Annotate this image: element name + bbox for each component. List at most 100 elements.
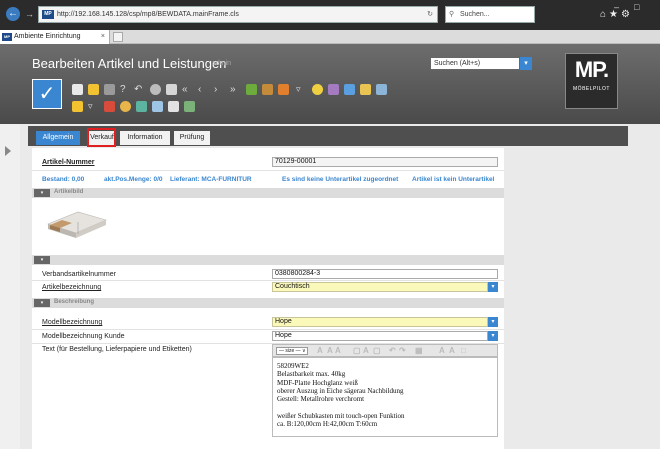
save-check-button[interactable]: ✓ xyxy=(32,79,62,109)
text-line: MDF-Platte Hochglanz weiß xyxy=(277,378,358,387)
divider xyxy=(32,170,504,171)
folder-icon[interactable] xyxy=(72,101,83,112)
font-grow-icon[interactable]: A xyxy=(327,346,333,355)
back-icon[interactable]: ← xyxy=(6,7,20,21)
text-line: ca. B:120,00cm H:42,00cm T:60cm xyxy=(277,420,378,429)
modellbezeichnung-button[interactable]: ▾ xyxy=(488,317,498,327)
table-icon[interactable]: ▦ xyxy=(415,346,423,355)
collapse-icon[interactable]: ▾ xyxy=(34,256,50,264)
section-header-separator[interactable]: ▾ xyxy=(32,255,504,265)
artikelbezeichnung-field[interactable]: Couchtisch xyxy=(272,282,488,292)
page-title: Bearbeiten Artikel und Leistungen xyxy=(32,56,227,71)
search-record-icon[interactable] xyxy=(150,84,161,95)
category-icon[interactable] xyxy=(262,84,273,95)
previous-record-icon[interactable]: ‹ xyxy=(198,84,209,95)
text-color-icon[interactable]: A xyxy=(439,346,445,355)
first-record-icon[interactable]: « xyxy=(182,84,193,95)
help-icon[interactable]: ? xyxy=(120,84,131,95)
section-header-artikelbild[interactable]: ▾ Artikelbild xyxy=(32,188,504,198)
forward-icon[interactable]: → xyxy=(25,9,34,19)
modellbezeichnung-kunde-field[interactable]: Hope xyxy=(272,331,488,341)
next-record-icon[interactable]: › xyxy=(214,84,225,95)
maximize-icon[interactable]: □ xyxy=(634,2,639,12)
artikelbezeichnung-button[interactable]: ▾ xyxy=(488,282,498,292)
image-icon[interactable] xyxy=(184,101,195,112)
modellbezeichnung-field[interactable]: Hope xyxy=(272,317,488,327)
checkbox-icon[interactable]: □ xyxy=(461,346,466,355)
import-icon[interactable] xyxy=(152,101,163,112)
text-line: oberer Auszug in Eiche sägerau Nachbildu… xyxy=(277,386,404,395)
undo-icon[interactable]: ↶ xyxy=(134,84,145,95)
verbandsartikelnummer-field[interactable]: 0380800284-3 xyxy=(272,269,498,279)
tab-pruefung[interactable]: Prüfung xyxy=(174,131,210,145)
tab-allgemein[interactable]: Allgemein xyxy=(36,131,80,145)
format-a-icon[interactable]: A xyxy=(363,346,369,355)
calendar-icon[interactable] xyxy=(344,84,355,95)
collapse-icon[interactable]: ▾ xyxy=(34,189,50,197)
collapse-icon[interactable]: ▾ xyxy=(34,299,50,307)
app-search-input[interactable]: Suchen (Alt+s) xyxy=(430,57,520,70)
left-gutter xyxy=(0,124,20,449)
new-document-icon[interactable] xyxy=(72,84,83,95)
text-editor[interactable]: 58209WE2 Belastbarkeit max. 40kg MDF-Pla… xyxy=(272,357,498,437)
section-header-beschreibung[interactable]: ▾ Beschreibung xyxy=(32,298,504,308)
browser-search-input[interactable]: ⚲ Suchen... xyxy=(445,6,535,23)
stock-icon[interactable] xyxy=(328,84,339,95)
highlight-marker xyxy=(87,128,116,147)
address-bar[interactable]: MP http://192.168.145.128/csp/mp8/BEWDAT… xyxy=(38,6,438,23)
document-icon[interactable] xyxy=(168,101,179,112)
settings-icon[interactable] xyxy=(120,101,131,112)
remove-format-icon[interactable]: ▢ xyxy=(373,346,381,355)
notes-icon[interactable] xyxy=(360,84,371,95)
modellbezeichnung-label: Modellbezeichnung xyxy=(42,319,103,326)
section-title: Artikelbild xyxy=(54,189,84,195)
tab-information[interactable]: Information xyxy=(120,131,170,145)
search-button[interactable]: ▾ xyxy=(520,57,532,70)
verbandsartikelnummer-label: Verbandsartikelnummer xyxy=(42,271,116,278)
artikel-nummer-label: Artikel-Nummer xyxy=(42,159,95,166)
expand-arrow-icon[interactable] xyxy=(5,146,11,156)
browser-tab-strip: MP Ambiente Einrichtung × xyxy=(0,30,660,44)
article-photo xyxy=(42,200,110,244)
filter-icon[interactable]: ▿ xyxy=(296,84,307,95)
font-shrink-icon[interactable]: A xyxy=(335,346,341,355)
text-line xyxy=(277,403,493,411)
logo: MP. MÖBELPILOT xyxy=(565,53,618,109)
modellbezeichnung-kunde-button[interactable]: ▾ xyxy=(488,331,498,341)
font-color-icon[interactable]: A xyxy=(317,346,323,355)
info-icon[interactable] xyxy=(312,84,323,95)
text-line: 58209WE2 xyxy=(277,362,309,370)
divider xyxy=(32,280,504,281)
export-icon[interactable] xyxy=(136,101,147,112)
section-title: Beschreibung xyxy=(54,299,95,305)
browser-tab-title: Ambiente Einrichtung xyxy=(14,33,81,40)
browser-tab[interactable]: MP Ambiente Einrichtung × xyxy=(0,30,110,44)
list-icon[interactable] xyxy=(376,84,387,95)
logo-text: MP. xyxy=(574,57,609,82)
clear-format-icon[interactable]: ▢ xyxy=(353,346,361,355)
home-star-gear-icon[interactable]: ⌂★⚙ xyxy=(600,9,633,20)
filter-down-icon[interactable]: ▿ xyxy=(88,101,99,112)
pos-menge-info: akt.Pos.Menge: 0/0 xyxy=(104,176,163,183)
browser-toolbar: ← → MP http://192.168.145.128/csp/mp8/BE… xyxy=(0,0,660,30)
close-tab-icon[interactable]: × xyxy=(101,30,105,44)
copy-icon[interactable] xyxy=(88,84,99,95)
browser-search-placeholder: Suchen... xyxy=(460,11,490,18)
highlight-color-icon[interactable]: A xyxy=(449,346,455,355)
font-size-select[interactable]: — size — ∨ xyxy=(276,347,308,355)
undo-edit-icon[interactable]: ↶ xyxy=(389,346,396,355)
group-icon[interactable] xyxy=(246,84,257,95)
app-header: Bearbeiten Artikel und Leistungen admin … xyxy=(0,44,660,124)
last-record-icon[interactable]: » xyxy=(230,84,241,95)
editor-toolbar: — size — ∨ A A A ▢ A ▢ ↶ ↷ ▦ A A □ xyxy=(272,344,498,357)
lieferant-info: Lieferant: MCA-FURNITUR xyxy=(170,176,252,183)
user-name: admin xyxy=(212,60,232,67)
redo-edit-icon[interactable]: ↷ xyxy=(399,346,406,355)
artikel-nummer-field[interactable]: 70129-00001 xyxy=(272,157,498,167)
chart-icon[interactable] xyxy=(104,101,115,112)
supplier-icon[interactable] xyxy=(278,84,289,95)
print-icon[interactable] xyxy=(166,84,177,95)
delete-icon[interactable] xyxy=(104,84,115,95)
reload-icon[interactable]: ↻ xyxy=(427,7,433,22)
new-tab-button[interactable] xyxy=(113,32,123,42)
